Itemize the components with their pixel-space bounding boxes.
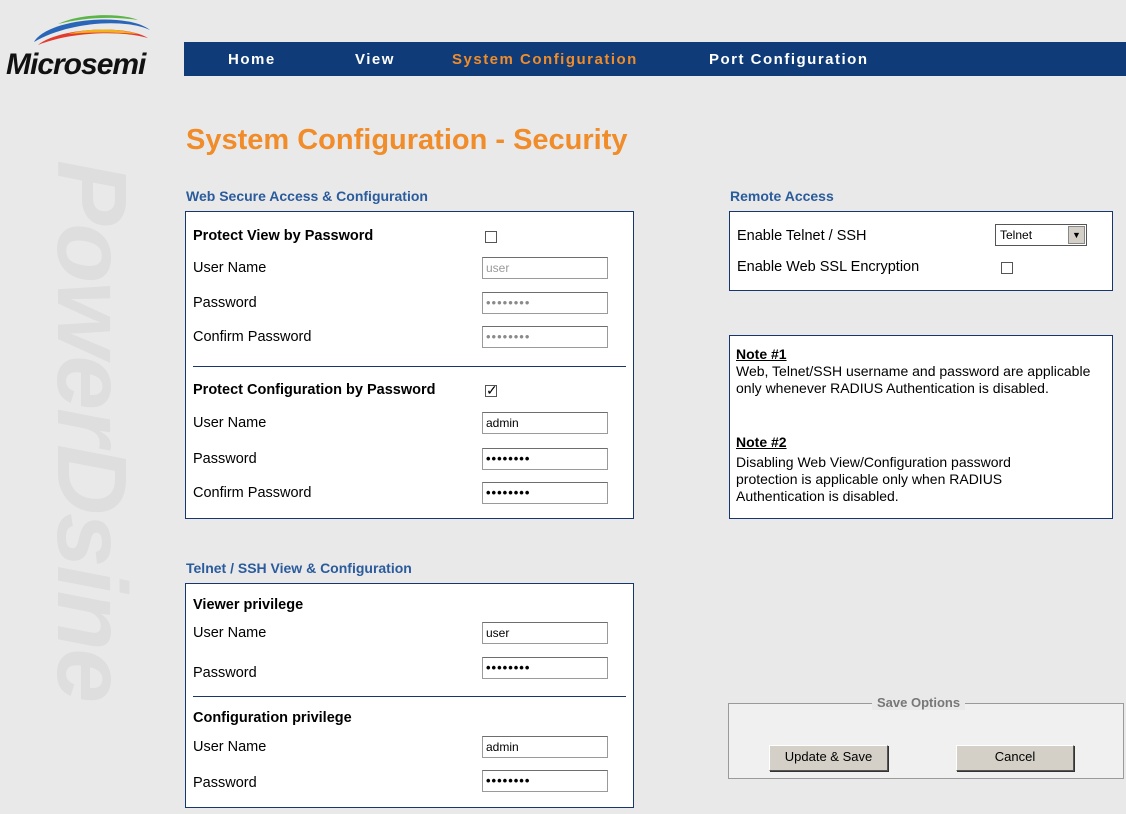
- nav-port-configuration[interactable]: Port Configuration: [709, 51, 868, 68]
- page-title: System Configuration - Security: [186, 124, 628, 156]
- web-access-panel: Protect View by Password User Name user …: [185, 211, 634, 519]
- nav-system-configuration[interactable]: System Configuration: [452, 51, 638, 68]
- enable-ssl-checkbox[interactable]: [1001, 262, 1013, 274]
- view-confirm-password-label: Confirm Password: [193, 329, 312, 345]
- viewer-username-input[interactable]: user: [482, 622, 608, 644]
- note-1-text: Web, Telnet/SSH username and password ar…: [736, 363, 1091, 396]
- checkmark-icon: ✓: [486, 382, 498, 398]
- logo-swoosh-icon: [34, 15, 150, 45]
- enable-ssl-label: Enable Web SSL Encryption: [737, 259, 920, 275]
- telnet-config-password-input[interactable]: ••••••••: [482, 770, 608, 792]
- config-username-input[interactable]: admin: [482, 412, 608, 434]
- dropdown-arrow-icon[interactable]: ▼: [1068, 226, 1085, 244]
- view-password-input[interactable]: ••••••••: [482, 292, 608, 314]
- remote-access-panel: Enable Telnet / SSH Telnet ▼ Enable Web …: [729, 211, 1113, 291]
- viewer-privilege-label: Viewer privilege: [193, 597, 304, 613]
- note-1-title: Note #1: [736, 346, 787, 362]
- config-username-label: User Name: [193, 415, 267, 431]
- telnet-config-password-label: Password: [193, 775, 257, 791]
- protect-view-checkbox[interactable]: [485, 231, 497, 243]
- section-divider: [193, 696, 626, 697]
- note-2-text: Disabling Web View/Configuration passwor…: [736, 454, 1011, 504]
- nav-home[interactable]: Home: [228, 51, 276, 68]
- cancel-button[interactable]: Cancel: [956, 745, 1074, 771]
- telnet-ssh-selected-value: Telnet: [1000, 228, 1033, 242]
- microsemi-logo: Microsemi: [6, 12, 176, 82]
- view-username-input[interactable]: user: [482, 257, 608, 279]
- notes-panel: Note #1 Web, Telnet/SSH username and pas…: [729, 335, 1113, 519]
- nav-view[interactable]: View: [355, 51, 395, 68]
- protect-config-checkbox[interactable]: ✓: [485, 382, 498, 398]
- web-access-section-title: Web Secure Access & Configuration: [186, 188, 428, 204]
- view-username-label: User Name: [193, 260, 267, 276]
- page-background: Microsemi PowerDsine Home View System Co…: [0, 0, 1126, 814]
- powerdsine-watermark: PowerDsine: [52, 160, 132, 810]
- config-confirm-password-label: Confirm Password: [193, 485, 312, 501]
- viewer-username-label: User Name: [193, 625, 267, 641]
- remote-access-section-title: Remote Access: [730, 188, 834, 204]
- update-save-button[interactable]: Update & Save: [769, 745, 888, 771]
- protect-config-label: Protect Configuration by Password: [193, 382, 436, 398]
- save-options-legend: Save Options: [872, 695, 966, 710]
- config-password-label: Password: [193, 451, 257, 467]
- viewer-password-label: Password: [193, 665, 257, 681]
- save-options-group: Save Options Update & Save Cancel: [728, 695, 1124, 779]
- protect-view-label: Protect View by Password: [193, 228, 374, 244]
- section-divider: [193, 366, 626, 367]
- config-confirm-password-input[interactable]: ••••••••: [482, 482, 608, 504]
- telnet-ssh-select[interactable]: Telnet ▼: [995, 224, 1087, 246]
- telnet-config-username-input[interactable]: admin: [482, 736, 608, 758]
- enable-telnet-label: Enable Telnet / SSH: [737, 228, 867, 244]
- config-password-input[interactable]: ••••••••: [482, 448, 608, 470]
- view-password-label: Password: [193, 295, 257, 311]
- telnet-section-title: Telnet / SSH View & Configuration: [186, 560, 412, 576]
- telnet-config-username-label: User Name: [193, 739, 267, 755]
- telnet-panel: Viewer privilege User Name user Password…: [185, 583, 634, 808]
- viewer-password-input[interactable]: ••••••••: [482, 657, 608, 679]
- watermark-text: PowerDsine: [52, 160, 132, 701]
- top-nav-bar: Home View System Configuration Port Conf…: [184, 42, 1126, 76]
- logo-text: Microsemi: [6, 48, 146, 81]
- note-2-title: Note #2: [736, 434, 787, 450]
- config-privilege-label: Configuration privilege: [193, 710, 352, 726]
- view-confirm-password-input[interactable]: ••••••••: [482, 326, 608, 348]
